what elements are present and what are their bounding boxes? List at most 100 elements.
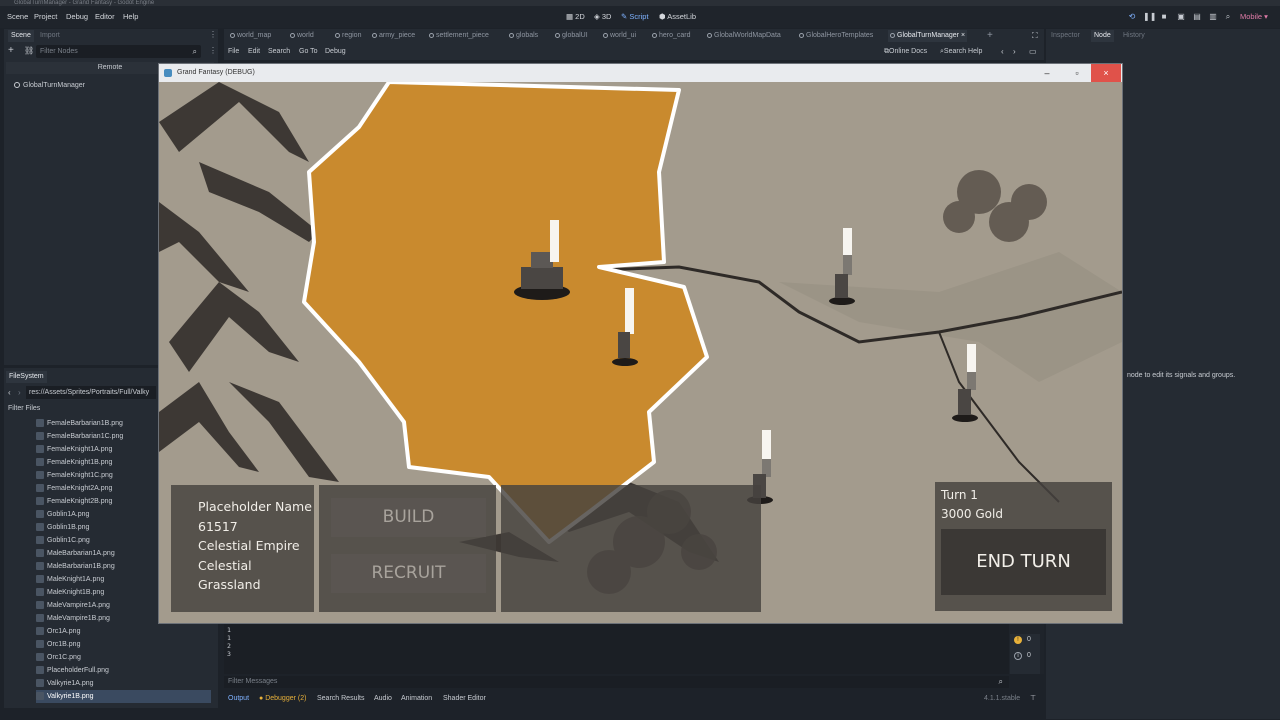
file-list-item[interactable]: PlaceholderFull.png xyxy=(36,664,211,677)
script-file-icon xyxy=(335,32,340,38)
script-menu-debug[interactable]: Debug xyxy=(325,46,346,58)
info-icon[interactable]: i xyxy=(1014,652,1022,660)
file-list-item[interactable]: Orc1C.png xyxy=(36,651,211,664)
new-script-tab-icon[interactable]: + xyxy=(987,30,993,42)
script-tab[interactable]: region xyxy=(333,30,363,42)
close-button[interactable]: × xyxy=(1091,64,1121,82)
stop-icon[interactable]: ■ xyxy=(1159,12,1169,22)
workspace-2d[interactable]: ▦ 2D xyxy=(566,10,585,24)
script-tab[interactable]: hero_card xyxy=(650,30,693,42)
image-file-icon xyxy=(36,653,44,662)
script-tab[interactable]: GlobalTurnManager × xyxy=(888,30,968,42)
back-icon[interactable]: ‹ xyxy=(8,388,11,398)
tab-inspector[interactable]: Inspector xyxy=(1051,30,1080,42)
remote-deploy-icon[interactable]: ⟲ xyxy=(1127,12,1137,22)
workspace-3d[interactable]: ◈ 3D xyxy=(594,10,611,24)
tab-scene[interactable]: Scene xyxy=(8,30,34,42)
link-icon[interactable]: ⛓ xyxy=(24,46,34,56)
script-tab[interactable]: globalUI xyxy=(553,30,590,42)
prev-script-icon[interactable]: ‹ xyxy=(1001,46,1004,58)
image-file-icon xyxy=(36,458,44,467)
warning-icon[interactable]: ! xyxy=(1014,636,1022,644)
image-file-icon xyxy=(36,471,44,480)
run-current-icon[interactable]: ▣ xyxy=(1176,12,1186,22)
file-list-item[interactable]: Orc1A.png xyxy=(36,625,211,638)
end-turn-button[interactable]: END TURN xyxy=(941,529,1106,595)
image-file-icon xyxy=(36,679,44,688)
output-log: 1 1 2 3 xyxy=(224,624,1009,674)
tab-history[interactable]: History xyxy=(1123,30,1145,42)
game-window[interactable]: Grand Fantasy (DEBUG) – ▫ × Placeholder … xyxy=(158,63,1123,624)
script-tab[interactable]: GlobalHeroTemplates xyxy=(797,30,875,42)
tab-node[interactable]: Node xyxy=(1091,30,1114,42)
search-icon[interactable]: ⌕ xyxy=(1223,12,1233,22)
file-list-item[interactable]: Orc1B.png xyxy=(36,638,211,651)
scene-root-node[interactable]: GlobalTurnManager xyxy=(14,80,85,92)
tab-filesystem[interactable]: FileSystem xyxy=(6,371,47,383)
add-node-icon[interactable]: + xyxy=(8,46,14,56)
script-file-icon xyxy=(890,32,895,38)
script-file-icon xyxy=(707,32,712,38)
image-file-icon xyxy=(36,484,44,493)
workspace-assetlib[interactable]: ⬢ AssetLib xyxy=(659,10,696,24)
recruit-button[interactable]: RECRUIT xyxy=(331,554,486,593)
run-specific-icon[interactable]: ▤ xyxy=(1192,12,1202,22)
bottom-tab-animation[interactable]: Animation xyxy=(401,693,432,704)
menu-project[interactable]: Project xyxy=(34,10,57,24)
close-tab-icon[interactable]: × xyxy=(959,32,965,39)
image-file-icon xyxy=(36,692,44,701)
script-menu-goto[interactable]: Go To xyxy=(299,46,318,58)
dock-menu-icon[interactable]: ⋮ xyxy=(209,30,217,39)
script-menu-file[interactable]: File xyxy=(228,46,239,58)
path-field[interactable]: res://Assets/Sprites/Portraits/Full/Valk… xyxy=(26,386,156,399)
game-window-titlebar[interactable]: Grand Fantasy (DEBUG) xyxy=(159,64,1122,82)
game-window-title: Grand Fantasy (DEBUG) xyxy=(177,69,255,76)
script-tab[interactable]: globals xyxy=(507,30,540,42)
script-menu-edit[interactable]: Edit xyxy=(248,46,260,58)
2d-icon: ▦ xyxy=(566,12,576,21)
node-icon xyxy=(14,82,20,89)
tab-import[interactable]: Import xyxy=(40,30,60,42)
filter-menu-icon[interactable]: ⋮ xyxy=(209,46,217,55)
menu-help[interactable]: Help xyxy=(123,10,138,24)
movie-maker-icon[interactable]: ▥ xyxy=(1208,12,1218,22)
script-tab[interactable]: world_map xyxy=(228,30,273,42)
turn-counter: Turn 1 xyxy=(941,488,978,502)
file-list-item[interactable]: Valkyrie1B.png xyxy=(36,690,211,703)
script-menu-search[interactable]: Search xyxy=(268,46,290,58)
file-list-item[interactable]: Valkyrie1A.png xyxy=(36,677,211,690)
pause-icon[interactable]: ❚❚ xyxy=(1143,12,1156,22)
next-script-icon[interactable]: › xyxy=(1013,46,1016,58)
script-tab[interactable]: army_piece xyxy=(370,30,417,42)
turn-panel: Turn 1 3000 Gold END TURN xyxy=(935,482,1112,611)
script-tab[interactable]: GlobalWorldMapData xyxy=(705,30,783,42)
online-docs-link[interactable]: ⧉Online Docs xyxy=(884,46,927,58)
image-file-icon xyxy=(36,497,44,506)
minimize-button[interactable]: – xyxy=(1032,64,1062,82)
maximize-button[interactable]: ▫ xyxy=(1062,64,1092,82)
float-window-icon[interactable]: ▭ xyxy=(1029,46,1037,58)
pin-panel-icon[interactable]: ⊤ xyxy=(1030,693,1036,704)
bottom-tab-debugger[interactable]: ● Debugger (2) xyxy=(259,693,306,704)
bottom-tab-shader-editor[interactable]: Shader Editor xyxy=(443,693,486,704)
region-owner-name: Placeholder Name xyxy=(198,499,312,514)
forward-icon[interactable]: › xyxy=(18,388,21,398)
menu-debug[interactable]: Debug xyxy=(66,10,88,24)
search-help-link[interactable]: ⌕Search Help xyxy=(940,46,982,58)
filter-files-label[interactable]: Filter Files xyxy=(8,403,40,414)
bottom-tab-audio[interactable]: Audio xyxy=(374,693,392,704)
script-file-icon xyxy=(290,32,295,38)
script-tab[interactable]: world xyxy=(288,30,316,42)
bottom-tab-search-results[interactable]: Search Results xyxy=(317,693,364,704)
bottom-tab-output[interactable]: Output xyxy=(228,693,249,704)
filter-messages-input[interactable]: Filter Messages ⌕ xyxy=(224,676,1009,688)
filter-nodes-input[interactable]: Filter Nodes ⌕ xyxy=(36,45,201,58)
script-tab[interactable]: world_ui xyxy=(601,30,638,42)
distraction-free-icon[interactable]: ⛶ xyxy=(1032,30,1038,42)
renderer-selector[interactable]: Mobile ▾ xyxy=(1240,10,1268,24)
script-tab[interactable]: settlement_piece xyxy=(427,30,491,42)
menu-editor[interactable]: Editor xyxy=(95,10,115,24)
workspace-script[interactable]: ✎ Script xyxy=(621,10,649,24)
build-button[interactable]: BUILD xyxy=(331,498,486,537)
menu-scene[interactable]: Scene xyxy=(7,10,28,24)
